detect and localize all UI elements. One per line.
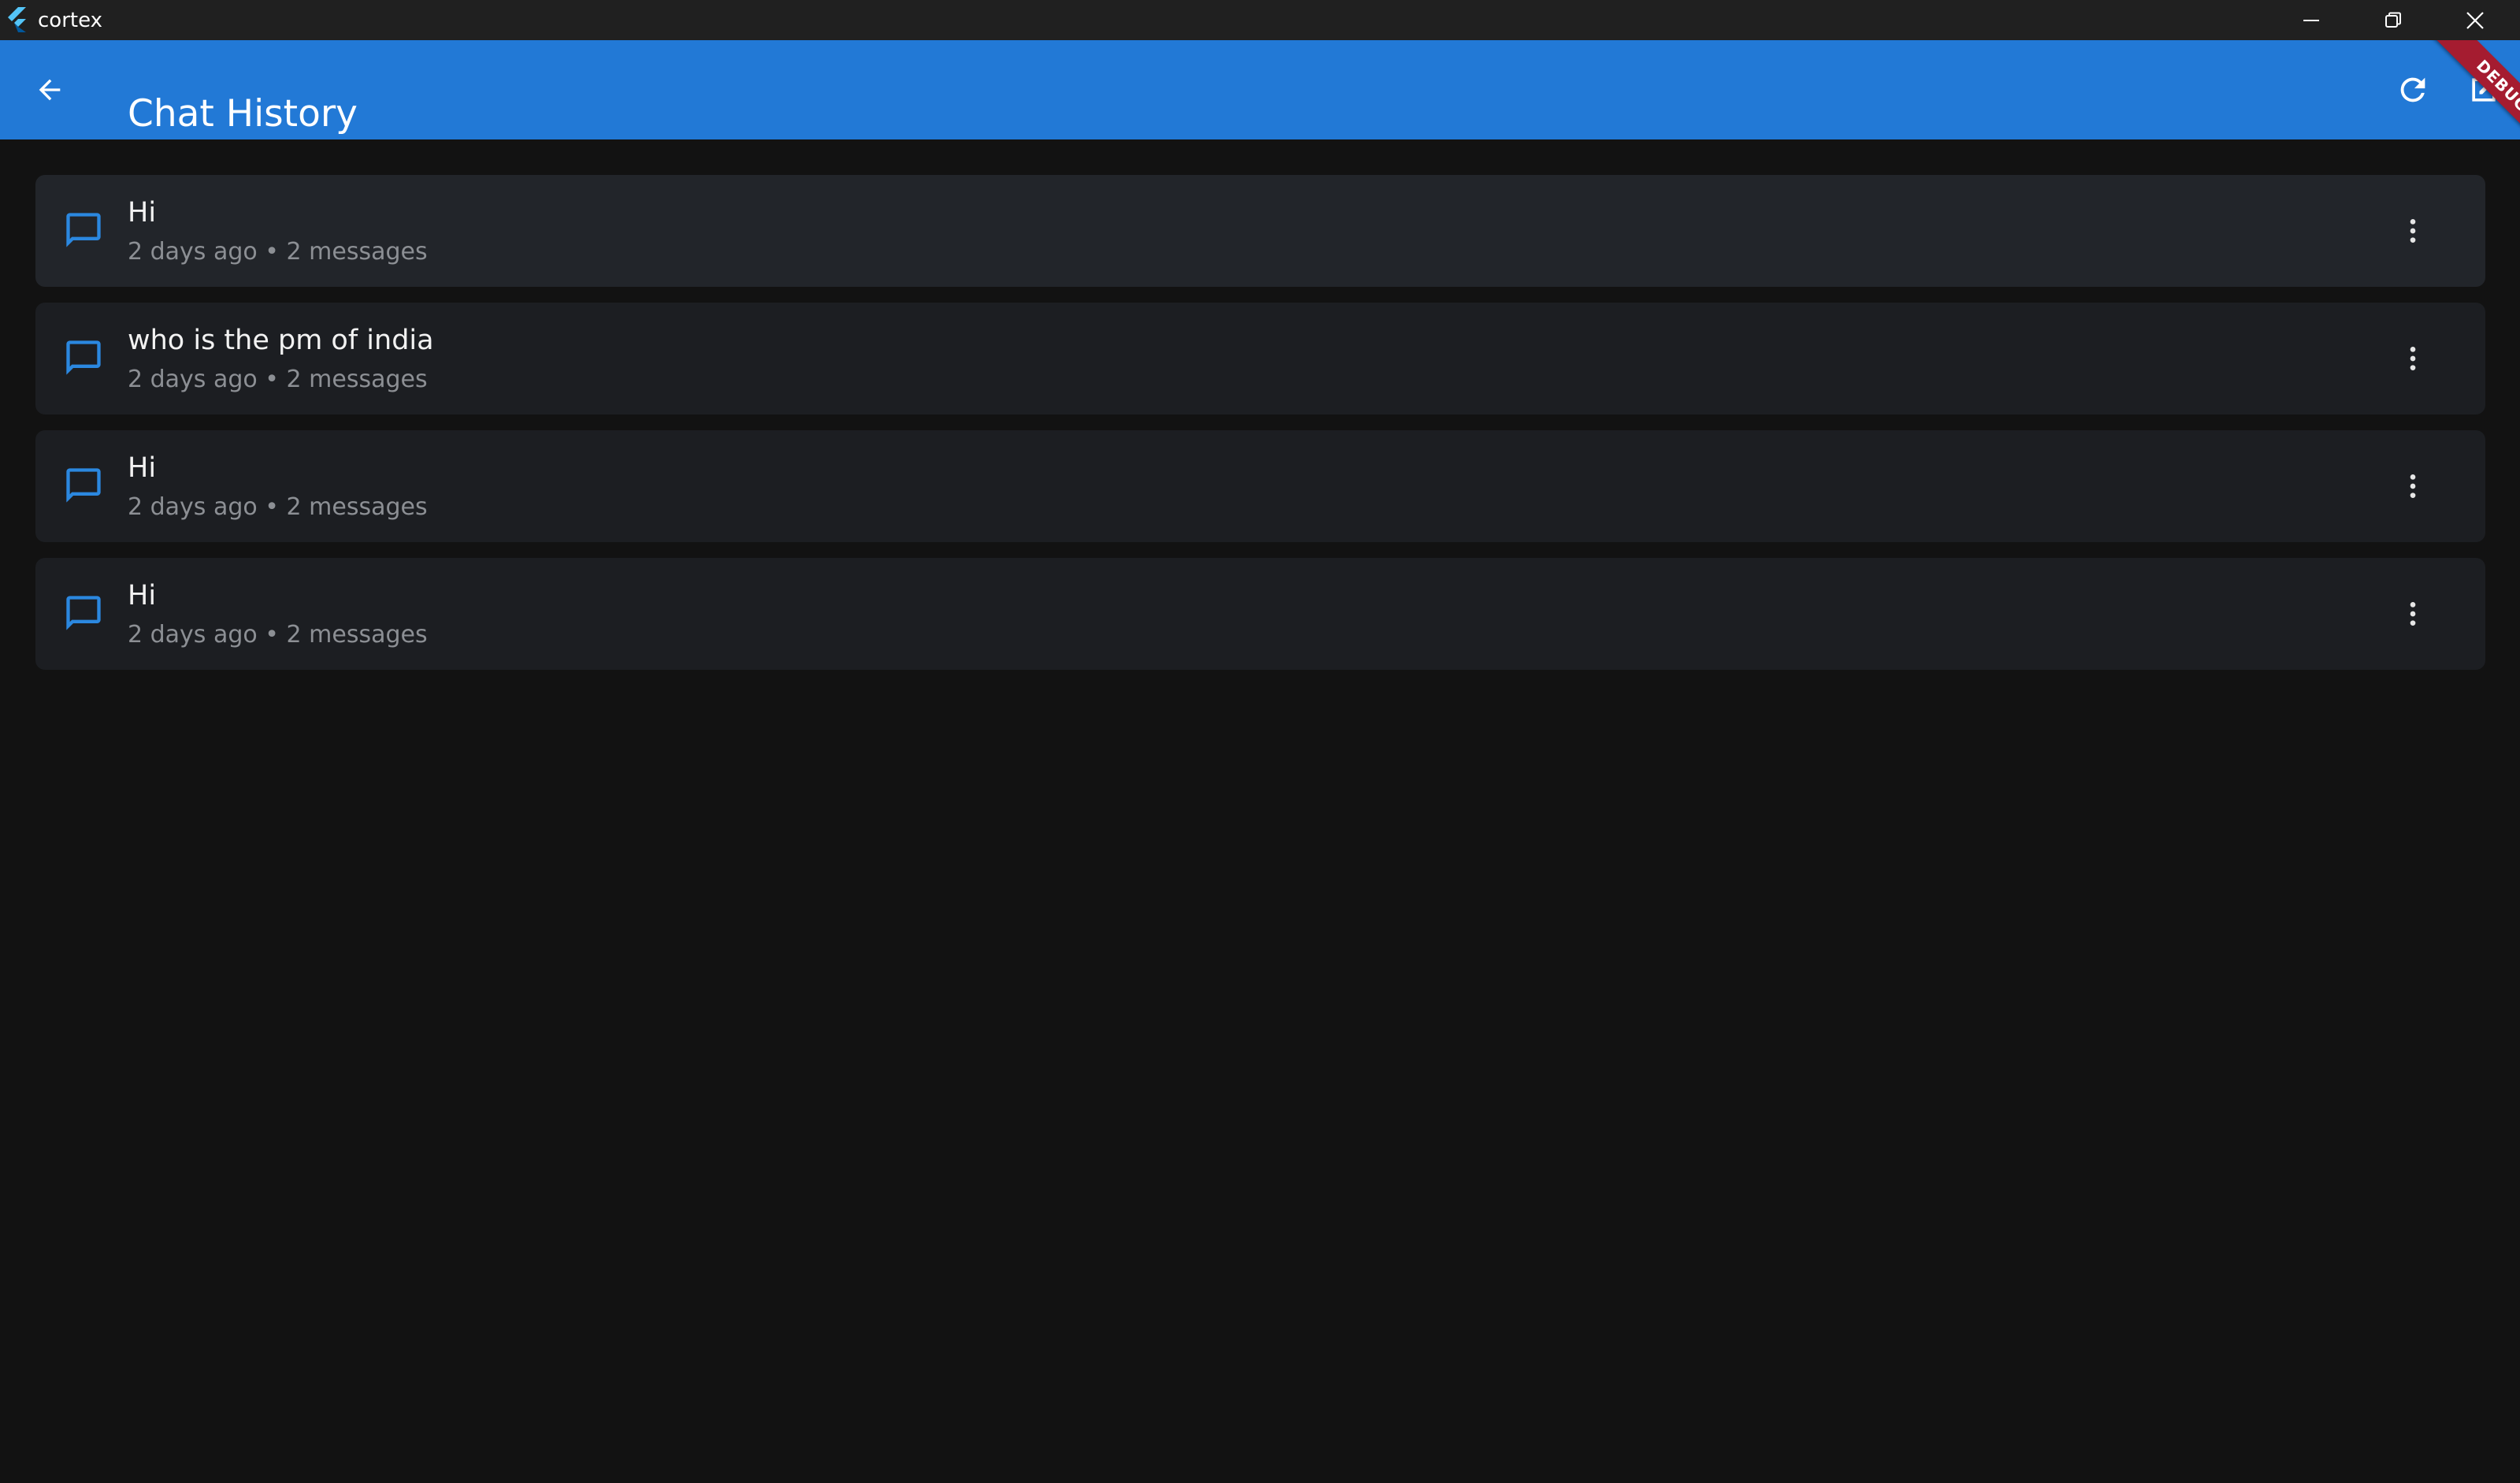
app-bar: Chat History (0, 40, 2520, 139)
chat-title: Hi (128, 452, 157, 484)
chat-time: 2 days ago (128, 493, 258, 521)
chat-title: Hi (128, 580, 157, 611)
minimize-icon (2303, 19, 2319, 21)
close-icon (2466, 11, 2484, 29)
arrow-back-icon (39, 79, 61, 101)
chat-meta: 2 days ago • 2 messages (128, 492, 428, 523)
chat-bubble-icon (66, 213, 101, 247)
chat-list-item[interactable]: who is the pm of india 2 days ago • 2 me… (35, 303, 2485, 414)
chat-bubble-icon (66, 596, 101, 630)
chat-list-item[interactable]: Hi 2 days ago • 2 messages (35, 175, 2485, 287)
more-options-button[interactable] (2387, 205, 2439, 257)
restore-button[interactable] (2352, 0, 2434, 40)
close-button[interactable] (2434, 0, 2516, 40)
more-options-button[interactable] (2387, 333, 2439, 385)
more-options-button[interactable] (2387, 460, 2439, 512)
meta-separator: • (257, 366, 287, 393)
meta-separator: • (257, 493, 287, 521)
chat-meta: 2 days ago • 2 messages (128, 236, 428, 268)
window-titlebar: cortex (0, 0, 2520, 40)
new-chat-button[interactable] (2458, 64, 2510, 116)
chat-message-count: 2 messages (286, 621, 428, 649)
chat-message-count: 2 messages (286, 238, 428, 266)
back-button[interactable] (24, 64, 76, 116)
flutter-logo-icon (8, 7, 26, 32)
more-vert-icon (2410, 219, 2416, 243)
refresh-button[interactable] (2387, 64, 2439, 116)
window-title: cortex (38, 9, 103, 32)
chat-message-count: 2 messages (286, 493, 428, 521)
chat-message-count: 2 messages (286, 366, 428, 393)
chat-title: who is the pm of india (128, 325, 434, 356)
refresh-icon (2400, 77, 2425, 102)
chat-title: Hi (128, 197, 157, 229)
chat-list-item[interactable]: Hi 2 days ago • 2 messages (35, 558, 2485, 670)
chat-meta: 2 days ago • 2 messages (128, 364, 428, 396)
restore-icon (2385, 12, 2401, 28)
chat-time: 2 days ago (128, 621, 258, 649)
chat-bubble-icon (66, 340, 101, 375)
chat-meta: 2 days ago • 2 messages (128, 619, 428, 651)
meta-separator: • (257, 621, 287, 649)
chat-bubble-icon (66, 468, 101, 503)
new-chat-icon (2472, 78, 2496, 102)
more-options-button[interactable] (2387, 588, 2439, 640)
chat-history-list: Hi 2 days ago • 2 messages who is the pm… (35, 175, 2485, 686)
more-vert-icon (2410, 347, 2416, 370)
more-vert-icon (2410, 474, 2416, 498)
page-title: Chat History (128, 92, 358, 136)
more-vert-icon (2410, 602, 2416, 626)
meta-separator: • (257, 238, 287, 266)
chat-time: 2 days ago (128, 366, 258, 393)
chat-time: 2 days ago (128, 238, 258, 266)
chat-list-item[interactable]: Hi 2 days ago • 2 messages (35, 430, 2485, 542)
minimize-button[interactable] (2270, 0, 2352, 40)
